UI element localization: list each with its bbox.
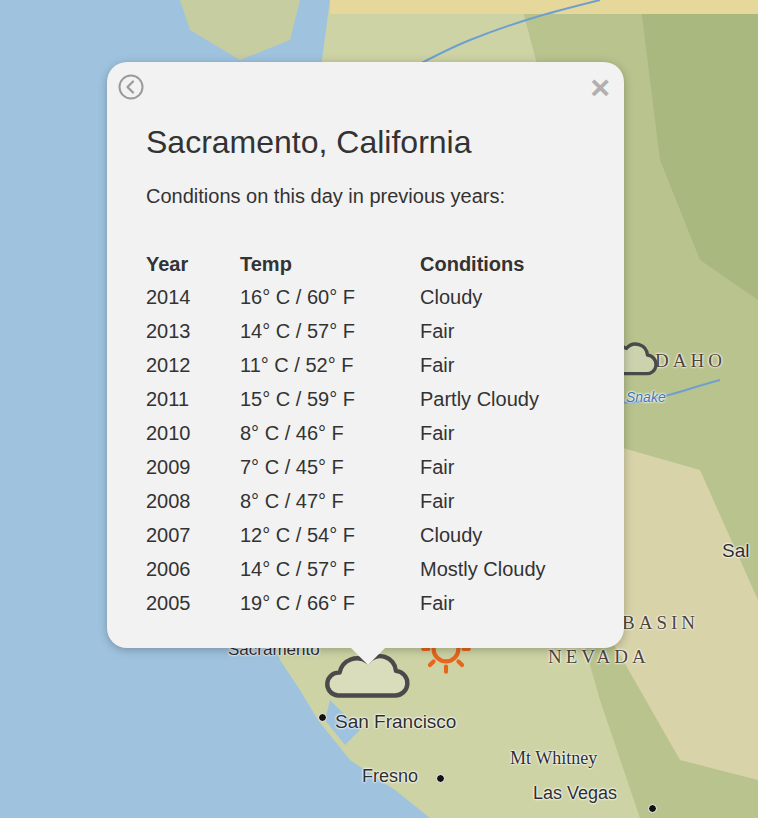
table-row: 20097° C / 45° FFair bbox=[146, 450, 585, 484]
year-cell: 2014 bbox=[146, 286, 240, 309]
conditions-cell: Fair bbox=[420, 354, 585, 377]
table-row: 20108° C / 46° FFair bbox=[146, 416, 585, 450]
table-row: 20088° C / 47° FFair bbox=[146, 484, 585, 518]
year-cell: 2013 bbox=[146, 320, 240, 343]
column-header: Temp bbox=[240, 253, 420, 276]
weather-popup: ×Sacramento, California Conditions on thi… bbox=[107, 62, 624, 648]
map-label: BASIN bbox=[622, 612, 699, 635]
year-cell: 2011 bbox=[146, 388, 240, 411]
temp-cell: 16° C / 60° F bbox=[240, 286, 420, 309]
table-row: 200614° C / 57° FMostly Cloudy bbox=[146, 552, 585, 586]
map[interactable]: SacramentoSan FranciscoFresnoMt WhitneyL… bbox=[0, 0, 758, 818]
table-row: 201314° C / 57° FFair bbox=[146, 314, 585, 348]
table-row: 200712° C / 54° FCloudy bbox=[146, 518, 585, 552]
year-cell: 2007 bbox=[146, 524, 240, 547]
table-row: 200519° C / 66° FFair bbox=[146, 586, 585, 620]
back-arrow-icon bbox=[117, 73, 145, 101]
table-row: 201211° C / 52° FFair bbox=[146, 348, 585, 382]
temp-cell: 8° C / 46° F bbox=[240, 422, 420, 445]
table-row: 201115° C / 59° FPartly Cloudy bbox=[146, 382, 585, 416]
temp-cell: 15° C / 59° F bbox=[240, 388, 420, 411]
conditions-cell: Cloudy bbox=[420, 286, 585, 309]
map-label: Snake bbox=[626, 389, 666, 406]
year-cell: 2009 bbox=[146, 456, 240, 479]
map-label: Sal bbox=[722, 540, 749, 563]
year-cell: 2012 bbox=[146, 354, 240, 377]
conditions-cell: Fair bbox=[420, 456, 585, 479]
city-dot-icon bbox=[648, 804, 657, 813]
popup-subtitle: Conditions on this day in previous years… bbox=[146, 182, 585, 210]
conditions-cell: Fair bbox=[420, 592, 585, 615]
history-table: YearTempConditions201416° C / 60° FCloud… bbox=[146, 248, 585, 620]
temp-cell: 14° C / 57° F bbox=[240, 558, 420, 581]
temp-cell: 8° C / 47° F bbox=[240, 490, 420, 513]
map-label: San Francisco bbox=[335, 711, 456, 734]
map-label: DAHO bbox=[655, 350, 726, 373]
popup-body: Sacramento, California Conditions on this… bbox=[107, 122, 624, 620]
column-header: Conditions bbox=[420, 253, 585, 276]
map-label: Mt Whitney bbox=[510, 748, 597, 770]
city-dot-icon bbox=[436, 774, 445, 783]
temp-cell: 19° C / 66° F bbox=[240, 592, 420, 615]
year-cell: 2010 bbox=[146, 422, 240, 445]
map-label: Las Vegas bbox=[533, 783, 617, 805]
year-cell: 2006 bbox=[146, 558, 240, 581]
close-button[interactable]: × bbox=[588, 74, 612, 100]
conditions-cell: Mostly Cloudy bbox=[420, 558, 585, 581]
city-dot-icon bbox=[318, 713, 327, 722]
popup-title: Sacramento, California bbox=[146, 122, 585, 162]
column-header: Year bbox=[146, 253, 240, 276]
temp-cell: 12° C / 54° F bbox=[240, 524, 420, 547]
conditions-cell: Partly Cloudy bbox=[420, 388, 585, 411]
map-label: NEVADA bbox=[548, 646, 650, 669]
temp-cell: 11° C / 52° F bbox=[240, 354, 420, 377]
conditions-cell: Fair bbox=[420, 490, 585, 513]
map-label: Fresno bbox=[362, 766, 418, 788]
table-row: 201416° C / 60° FCloudy bbox=[146, 280, 585, 314]
conditions-cell: Fair bbox=[420, 422, 585, 445]
popup-header: × bbox=[107, 74, 624, 100]
year-cell: 2008 bbox=[146, 490, 240, 513]
conditions-cell: Cloudy bbox=[420, 524, 585, 547]
table-header: YearTempConditions bbox=[146, 248, 585, 280]
conditions-cell: Fair bbox=[420, 320, 585, 343]
back-button[interactable] bbox=[117, 73, 145, 101]
year-cell: 2005 bbox=[146, 592, 240, 615]
temp-cell: 7° C / 45° F bbox=[240, 456, 420, 479]
temp-cell: 14° C / 57° F bbox=[240, 320, 420, 343]
